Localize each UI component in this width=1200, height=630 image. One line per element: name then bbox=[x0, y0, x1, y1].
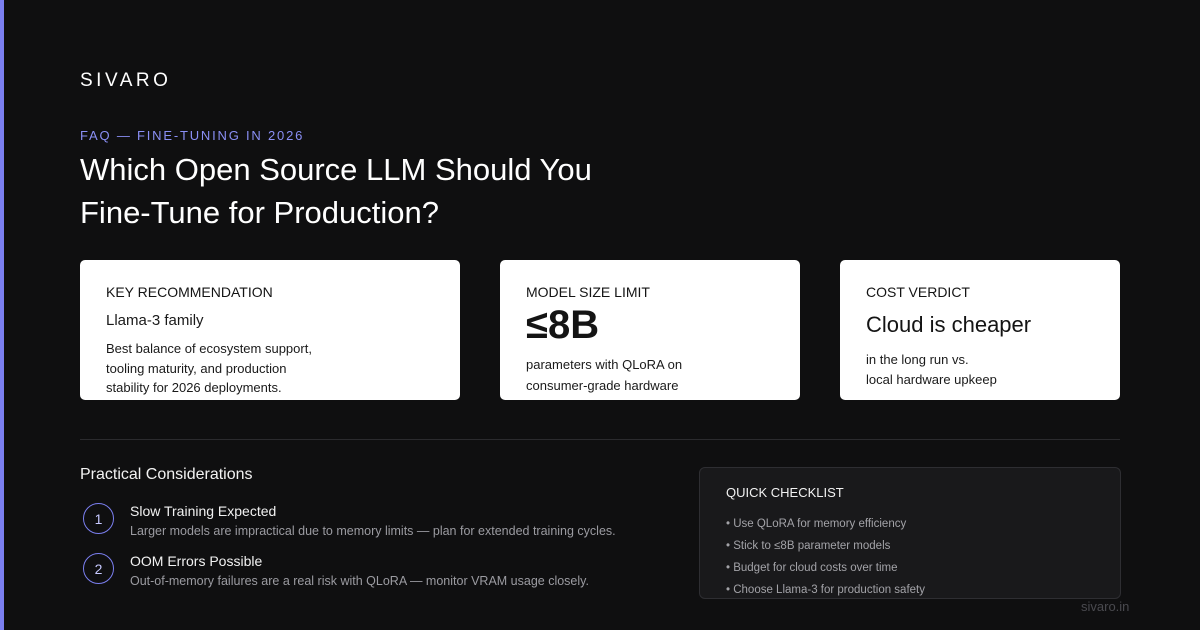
brand-logo: SIVARO bbox=[80, 70, 172, 91]
checklist-item: • Budget for cloud costs over time bbox=[726, 562, 898, 574]
checklist-item: • Choose Llama-3 for production safety bbox=[726, 584, 925, 596]
checklist-title: QUICK CHECKLIST bbox=[726, 485, 844, 500]
checklist-item: • Stick to ≤8B parameter models bbox=[726, 540, 891, 552]
card-label: MODEL SIZE LIMIT bbox=[526, 284, 650, 300]
desc-line: parameters with QLoRA on bbox=[526, 357, 683, 372]
desc-line: Best balance of ecosystem support, bbox=[106, 341, 312, 356]
practical-considerations-heading: Practical Considerations bbox=[80, 466, 253, 483]
cost-verdict-card: COST VERDICT Cloud is cheaper in the lon… bbox=[840, 260, 1120, 400]
desc-line: tooling maturity, and production bbox=[106, 360, 287, 376]
title-line-1: Which Open Source LLM Should You bbox=[80, 152, 592, 187]
card-description: Best balance of ecosystem support, tooli… bbox=[106, 339, 434, 398]
desc-line: in the long run vs. bbox=[866, 352, 969, 367]
desc-line: stability for 2026 deployments. bbox=[106, 380, 282, 395]
consideration-description: Out-of-memory failures are a real risk w… bbox=[130, 574, 589, 588]
eyebrow-label: FAQ — FINE-TUNING IN 2026 bbox=[80, 128, 305, 143]
model-size-value: ≤8B bbox=[526, 303, 600, 347]
number-badge: 2 bbox=[83, 553, 114, 584]
model-size-card: MODEL SIZE LIMIT ≤8B parameters with QLo… bbox=[500, 260, 800, 400]
consideration-title: OOM Errors Possible bbox=[130, 553, 263, 569]
quick-checklist-panel: QUICK CHECKLIST • Use QLoRA for memory e… bbox=[699, 467, 1121, 599]
cost-verdict-value: Cloud is cheaper bbox=[866, 312, 1032, 337]
checklist-item: • Use QLoRA for memory efficiency bbox=[726, 518, 907, 530]
key-recommendation-card: KEY RECOMMENDATION Llama-3 family Best b… bbox=[80, 260, 460, 400]
consideration-title: Slow Training Expected bbox=[130, 503, 277, 519]
title-line-2: Fine-Tune for Production? bbox=[80, 195, 439, 230]
section-divider bbox=[80, 439, 1120, 440]
number-badge: 1 bbox=[83, 503, 114, 534]
accent-bar bbox=[0, 0, 4, 630]
recommendation-value: Llama-3 family bbox=[106, 312, 204, 329]
desc-line: consumer-grade hardware bbox=[526, 378, 679, 393]
consideration-description: Larger models are impractical due to mem… bbox=[130, 524, 616, 538]
footer-url: sivaro.in bbox=[1081, 599, 1130, 614]
checklist-list: • Use QLoRA for memory efficiency • Stic… bbox=[726, 513, 1094, 598]
card-label: COST VERDICT bbox=[866, 284, 970, 300]
card-description: in the long run vs. local hardware upkee… bbox=[866, 350, 1094, 390]
card-description: parameters with QLoRA on consumer-grade … bbox=[526, 354, 774, 396]
desc-line: local hardware upkeep bbox=[866, 372, 997, 387]
card-label: KEY RECOMMENDATION bbox=[106, 284, 273, 300]
page-title: Which Open Source LLM Should You Fine-Tu… bbox=[80, 148, 700, 234]
